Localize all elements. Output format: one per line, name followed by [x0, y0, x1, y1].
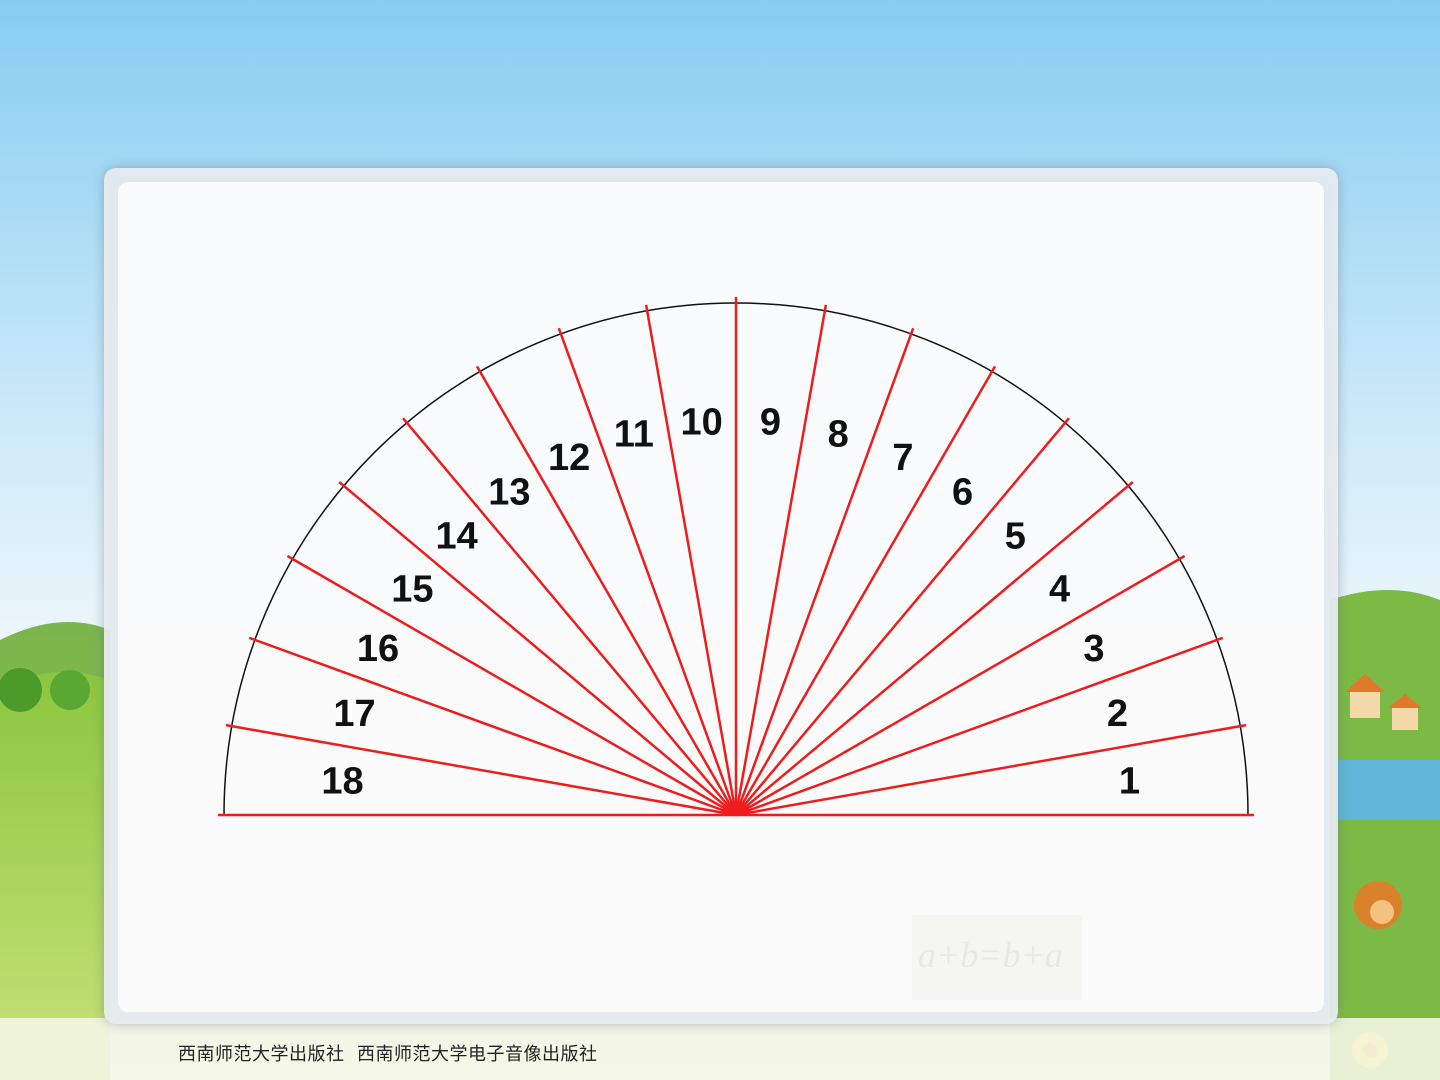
house-2	[1392, 706, 1418, 730]
segment-label: 15	[391, 568, 433, 610]
segment-label: 18	[321, 761, 363, 803]
pond	[1338, 760, 1440, 820]
hill-right	[1330, 590, 1440, 1080]
bush-left-2	[50, 670, 90, 710]
segment-label: 3	[1083, 628, 1104, 670]
segment-label: 6	[952, 471, 973, 513]
segment-label: 1	[1119, 761, 1140, 803]
segment-label: 17	[333, 693, 375, 735]
publisher-2: 西南师范大学电子音像出版社	[356, 1044, 598, 1065]
panel	[118, 182, 1324, 1012]
segment-label: 8	[828, 414, 849, 456]
segment-label: 7	[892, 437, 913, 479]
slide-canvas: a+b=b+a 123456789101112131415161718	[0, 0, 1440, 1080]
segment-label: 14	[436, 516, 478, 558]
segment-label: 12	[548, 437, 590, 479]
segment-label: 5	[1005, 516, 1026, 558]
segment-label: 2	[1107, 693, 1128, 735]
segment-label: 11	[614, 414, 654, 456]
segment-label: 4	[1049, 568, 1070, 610]
watermark-formula: a+b=b+a	[918, 935, 1063, 975]
footer: 西南师范大学出版社 西南师范大学电子音像出版社	[178, 1040, 597, 1066]
house-1	[1350, 690, 1380, 718]
hedgehog-face	[1370, 900, 1394, 924]
segment-label: 16	[357, 628, 399, 670]
publisher-1: 西南师范大学出版社	[178, 1044, 345, 1065]
segment-label: 9	[760, 402, 781, 444]
bush-left	[0, 668, 42, 712]
segment-label: 10	[680, 402, 722, 444]
segment-label: 13	[488, 471, 530, 513]
